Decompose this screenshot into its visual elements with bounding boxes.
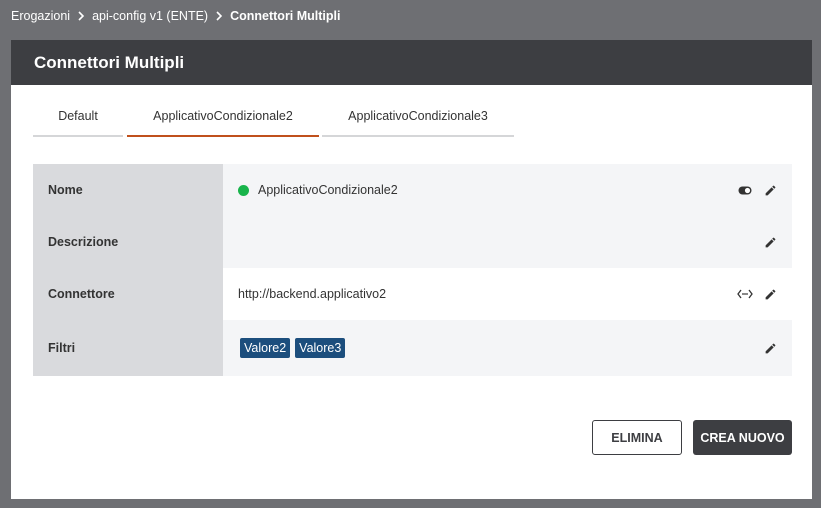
- chevron-right-icon: [77, 11, 85, 21]
- row-label: Descrizione: [33, 216, 223, 268]
- edit-icon[interactable]: [762, 234, 778, 250]
- breadcrumb-current: Connettori Multipli: [230, 9, 341, 23]
- card-header: Connettori Multipli: [11, 40, 812, 85]
- tab-label: ApplicativoCondizionale3: [348, 109, 488, 123]
- row-descrizione: Descrizione: [33, 216, 792, 268]
- edit-icon[interactable]: [762, 182, 778, 198]
- tab-label: Default: [58, 109, 98, 123]
- card-title: Connettori Multipli: [34, 52, 185, 72]
- code-icon[interactable]: [737, 286, 753, 302]
- tab-default[interactable]: Default: [33, 97, 123, 137]
- edit-icon[interactable]: [762, 286, 778, 302]
- row-value: http://backend.applicativo2: [223, 268, 792, 320]
- toggle-icon[interactable]: [737, 182, 753, 198]
- row-value: ApplicativoCondizionale2: [223, 164, 792, 216]
- filter-tag: Valore2: [240, 338, 291, 358]
- edit-icon[interactable]: [762, 340, 778, 356]
- row-label: Connettore: [33, 268, 223, 320]
- row-label: Filtri: [33, 320, 223, 376]
- details-table: Nome ApplicativoCondizionale2 Descrizion…: [33, 164, 792, 376]
- row-filtri: Filtri Valore2 Valore3: [33, 320, 792, 376]
- delete-button[interactable]: ELIMINA: [592, 420, 682, 455]
- create-new-button[interactable]: CREA NUOVO: [693, 420, 792, 455]
- tab-applicativo-condizionale2[interactable]: ApplicativoCondizionale2: [127, 97, 319, 137]
- chevron-right-icon: [215, 11, 223, 21]
- breadcrumb-item-erogazioni[interactable]: Erogazioni: [11, 9, 70, 23]
- filter-tag: Valore3: [295, 338, 346, 358]
- nome-value: ApplicativoCondizionale2: [258, 183, 398, 197]
- status-dot: [238, 184, 249, 196]
- row-connettore: Connettore http://backend.applicativo2: [33, 268, 792, 320]
- row-value: [223, 216, 792, 268]
- row-nome: Nome ApplicativoCondizionale2: [33, 164, 792, 216]
- row-label: Nome: [33, 164, 223, 216]
- breadcrumb-item-api-config[interactable]: api-config v1 (ENTE): [92, 9, 208, 23]
- connettori-card: Connettori Multipli Default ApplicativoC…: [11, 40, 812, 499]
- tab-applicativo-condizionale3[interactable]: ApplicativoCondizionale3: [322, 97, 514, 137]
- breadcrumb: Erogazioni api-config v1 (ENTE) Connetto…: [11, 0, 341, 32]
- tab-label: ApplicativoCondizionale2: [153, 109, 293, 123]
- row-value: Valore2 Valore3: [223, 320, 792, 376]
- connettore-value: http://backend.applicativo2: [238, 287, 387, 301]
